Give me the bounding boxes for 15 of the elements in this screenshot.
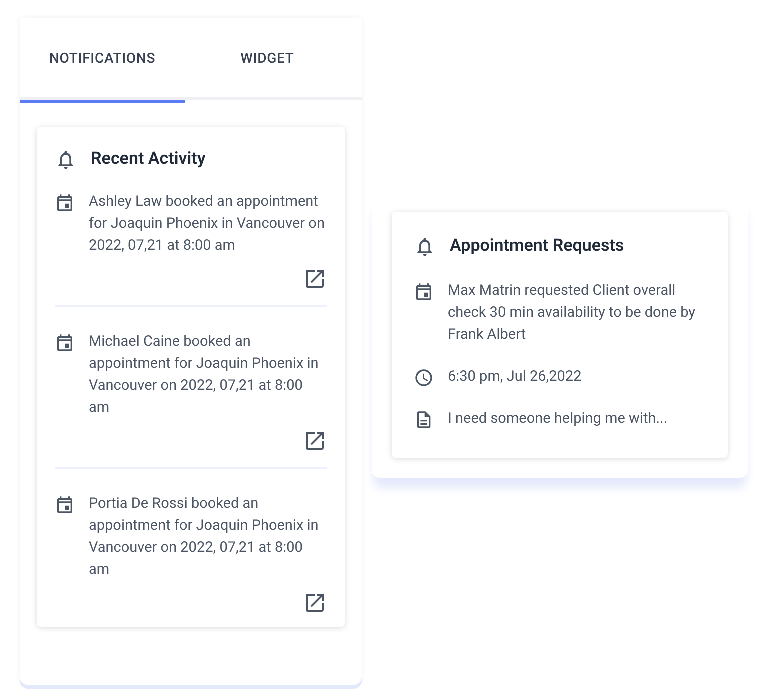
request-text: Max Matrin requested Client overall check 30 min availability to be done by Frank Albert (448, 280, 697, 344)
activity-text: Portia De Rossi booked an appointment for Joaquin Phoenix in Vancouver on 2022, 07,21 at 8:00 am (89, 494, 320, 580)
tab[interactable]: NOTIFICATIONS (20, 18, 185, 103)
card-title: Recent Activity (91, 148, 206, 171)
calendar-icon (414, 282, 434, 302)
calendar-icon (55, 332, 75, 352)
request-text: 6:30 pm, Jul 26,2022 (448, 366, 583, 386)
calendar-icon (55, 192, 75, 212)
request-text: I need someone helping me with... (448, 408, 669, 428)
tab[interactable]: WIDGET (185, 18, 350, 103)
activity-text: Ashley Law booked an appointment for Joaquin Phoenix in Vancouver on 2022, 07,21 at 8:00 am (89, 192, 326, 256)
card-title: Appointment Requests (450, 235, 624, 258)
activity-text: Michael Caine booked an appointment for Joaquin Phoenix in Vancouver on 2022, 07,21 at 8:00 am (89, 332, 320, 418)
calendar-icon (55, 494, 75, 514)
clock-icon (414, 368, 434, 388)
